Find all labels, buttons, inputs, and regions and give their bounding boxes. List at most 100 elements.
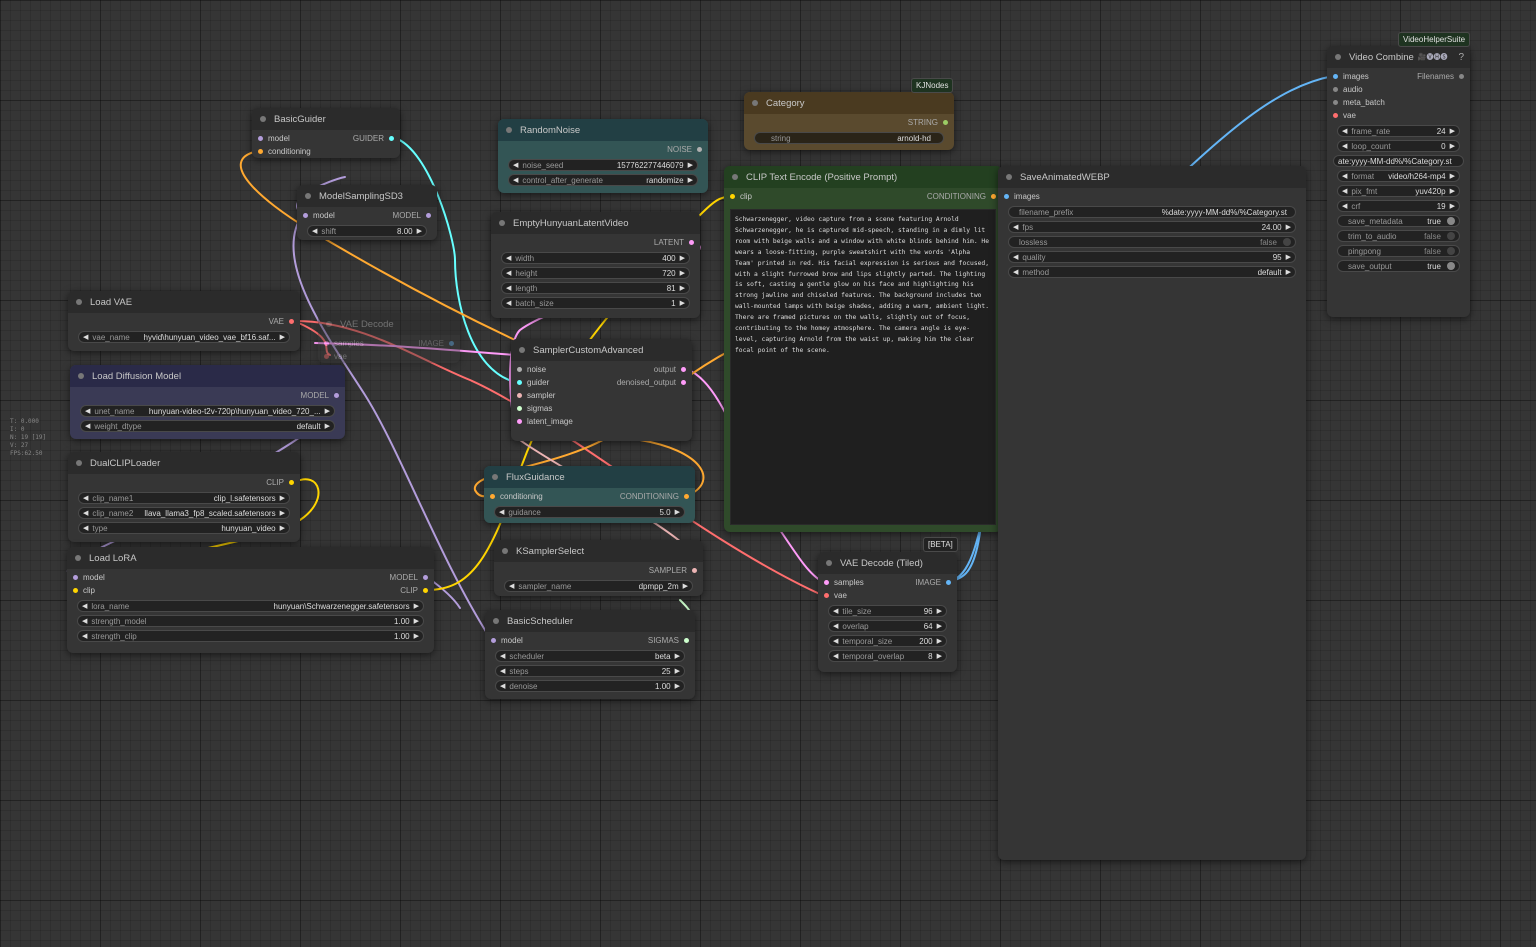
- collapse-dot-icon[interactable]: [499, 220, 505, 226]
- increment-arrow-icon[interactable]: ▶: [1450, 142, 1455, 150]
- images-input-slot[interactable]: [1333, 74, 1338, 79]
- denoise-widget[interactable]: ◀ denoise 1.00 ▶: [495, 680, 685, 692]
- conditioning-output-slot[interactable]: [684, 494, 689, 499]
- clip-output-slot[interactable]: [423, 588, 428, 593]
- sigmas-input-slot[interactable]: [517, 406, 522, 411]
- image-output-slot[interactable]: [946, 580, 951, 585]
- noise-input-slot[interactable]: [517, 367, 522, 372]
- lossless-toggle[interactable]: lossless false: [1008, 236, 1296, 248]
- noise-output-slot[interactable]: [697, 147, 702, 152]
- increment-arrow-icon[interactable]: ▶: [280, 494, 285, 502]
- dual-clip-loader-node[interactable]: DualCLIPLoader CLIP ◀ clip_name1 clip_l.sa…: [68, 452, 300, 542]
- overlap-widget[interactable]: ◀ overlap 64 ▶: [828, 620, 947, 632]
- vae-input-slot[interactable]: [324, 354, 329, 359]
- node-header[interactable]: VAE Decode (Tiled): [818, 552, 957, 574]
- latent-output-slot[interactable]: [689, 240, 694, 245]
- collapse-dot-icon[interactable]: [492, 474, 498, 480]
- decrement-arrow-icon[interactable]: ◀: [1342, 202, 1347, 210]
- increment-arrow-icon[interactable]: ▶: [688, 161, 693, 169]
- increment-arrow-icon[interactable]: ▶: [1286, 223, 1291, 231]
- increment-arrow-icon[interactable]: ▶: [1450, 172, 1455, 180]
- image-output-slot[interactable]: [449, 341, 454, 346]
- guider-output-slot[interactable]: [389, 136, 394, 141]
- quality-widget[interactable]: ◀ quality 95 ▶: [1008, 251, 1296, 263]
- node-header[interactable]: BasicScheduler: [485, 610, 695, 632]
- pingpong-toggle[interactable]: pingpong false: [1337, 245, 1460, 257]
- format-widget[interactable]: ◀ format video/h264-mp4 ▶: [1337, 170, 1460, 182]
- collapse-dot-icon[interactable]: [76, 299, 82, 305]
- scheduler-widget[interactable]: ◀ scheduler beta ▶: [495, 650, 685, 662]
- collapse-dot-icon[interactable]: [326, 321, 332, 327]
- decrement-arrow-icon[interactable]: ◀: [1342, 127, 1347, 135]
- increment-arrow-icon[interactable]: ▶: [675, 508, 680, 516]
- string-output-slot[interactable]: [943, 120, 948, 125]
- prompt-textarea[interactable]: Schwarzenegger, video capture from a sce…: [730, 209, 996, 525]
- decrement-arrow-icon[interactable]: ◀: [83, 524, 88, 532]
- random-noise-node[interactable]: RandomNoise NOISE ◀ noise_seed 15776227744…: [498, 119, 708, 193]
- decrement-arrow-icon[interactable]: ◀: [1013, 223, 1018, 231]
- collapse-dot-icon[interactable]: [75, 555, 81, 561]
- filename-prefix-widget[interactable]: ate:yyyy-MM-dd%/%Category.st: [1333, 155, 1464, 167]
- increment-arrow-icon[interactable]: ▶: [688, 176, 693, 184]
- vae-input-slot[interactable]: [1333, 113, 1338, 118]
- load-vae-node[interactable]: Load VAE VAE ◀ vae_name hyvid\hunyuan_vide…: [68, 291, 300, 351]
- type-widget[interactable]: ◀ type hunyuan_video ▶: [78, 522, 290, 534]
- node-header[interactable]: FluxGuidance: [484, 466, 695, 488]
- latent-image-input-slot[interactable]: [517, 419, 522, 424]
- trim-to-audio-toggle[interactable]: trim_to_audio false: [1337, 230, 1460, 242]
- decrement-arrow-icon[interactable]: ◀: [312, 227, 317, 235]
- toggle-knob-icon[interactable]: [1447, 247, 1455, 255]
- width-widget[interactable]: ◀ width 400 ▶: [501, 252, 690, 264]
- decrement-arrow-icon[interactable]: ◀: [83, 494, 88, 502]
- conditioning-input-slot[interactable]: [258, 149, 263, 154]
- sampler-input-slot[interactable]: [517, 393, 522, 398]
- toggle-knob-icon[interactable]: [1447, 217, 1455, 225]
- collapse-dot-icon[interactable]: [1006, 174, 1012, 180]
- method-widget[interactable]: ◀ method default ▶: [1008, 266, 1296, 278]
- filenames-output-slot[interactable]: [1459, 74, 1464, 79]
- toggle-knob-icon[interactable]: [1447, 262, 1455, 270]
- decrement-arrow-icon[interactable]: ◀: [1342, 187, 1347, 195]
- save-metadata-toggle[interactable]: save_metadata true: [1337, 215, 1460, 227]
- node-header[interactable]: Category: [744, 92, 954, 114]
- clip-input-slot[interactable]: [73, 588, 78, 593]
- node-header[interactable]: CLIP Text Encode (Positive Prompt): [724, 166, 1002, 188]
- ksampler-select-node[interactable]: KSamplerSelect SAMPLER ◀ sampler_name dpmp…: [494, 540, 703, 596]
- samples-input-slot[interactable]: [824, 580, 829, 585]
- denoised-output-slot[interactable]: [681, 380, 686, 385]
- sampler-output-slot[interactable]: [692, 568, 697, 573]
- conditioning-output-slot[interactable]: [991, 194, 996, 199]
- empty-hunyuan-latent-node[interactable]: EmptyHunyuanLatentVideo LATENT ◀ width 400…: [491, 212, 700, 318]
- increment-arrow-icon[interactable]: ▶: [937, 607, 942, 615]
- model-input-slot[interactable]: [73, 575, 78, 580]
- output-slot[interactable]: [681, 367, 686, 372]
- node-header[interactable]: RandomNoise: [498, 119, 708, 141]
- collapse-dot-icon[interactable]: [305, 193, 311, 199]
- decrement-arrow-icon[interactable]: ◀: [82, 602, 87, 610]
- fps-widget[interactable]: ◀ fps 24.00 ▶: [1008, 221, 1296, 233]
- model-input-slot[interactable]: [303, 213, 308, 218]
- node-header[interactable]: VAE Decode: [318, 313, 460, 335]
- increment-arrow-icon[interactable]: ▶: [680, 299, 685, 307]
- conditioning-input-slot[interactable]: [490, 494, 495, 499]
- height-widget[interactable]: ◀ height 720 ▶: [501, 267, 690, 279]
- increment-arrow-icon[interactable]: ▶: [325, 422, 330, 430]
- unet-name-widget[interactable]: ◀ unet_name hunyuan-video-t2v-720p\hunyuan…: [80, 405, 335, 417]
- collapse-dot-icon[interactable]: [519, 347, 525, 353]
- string-widget[interactable]: string arnold-hd: [754, 132, 944, 144]
- clip-input-slot[interactable]: [730, 194, 735, 199]
- decrement-arrow-icon[interactable]: ◀: [833, 652, 838, 660]
- meta-batch-input-slot[interactable]: [1333, 100, 1338, 105]
- sigmas-output-slot[interactable]: [684, 638, 689, 643]
- collapse-dot-icon[interactable]: [506, 127, 512, 133]
- decrement-arrow-icon[interactable]: ◀: [1013, 253, 1018, 261]
- increment-arrow-icon[interactable]: ▶: [325, 407, 330, 415]
- decrement-arrow-icon[interactable]: ◀: [500, 652, 505, 660]
- decrement-arrow-icon[interactable]: ◀: [499, 508, 504, 516]
- load-diffusion-model-node[interactable]: Load Diffusion Model MODEL ◀ unet_name hun…: [70, 365, 345, 439]
- shift-widget[interactable]: ◀ shift 8.00 ▶: [307, 225, 427, 237]
- increment-arrow-icon[interactable]: ▶: [683, 582, 688, 590]
- category-node[interactable]: Category STRING string arnold-hd: [744, 92, 954, 150]
- node-header[interactable]: BasicGuider: [252, 108, 400, 130]
- increment-arrow-icon[interactable]: ▶: [1450, 187, 1455, 195]
